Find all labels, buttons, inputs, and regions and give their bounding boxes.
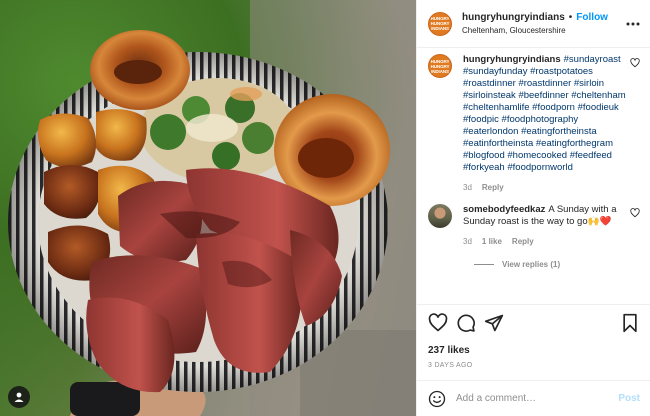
comment-item: somebodyfeedkaz A Sunday with a Sunday ro… <box>428 204 640 246</box>
roast-dinner-image <box>8 0 416 416</box>
likes-count[interactable]: 237 likes <box>428 345 640 356</box>
view-replies-button[interactable]: View replies (1) <box>474 260 640 269</box>
bookmark-icon <box>623 313 637 333</box>
post-side-panel: HUNGRY HUNGRY INDIANS hungryhungryindian… <box>416 0 650 416</box>
comments-list[interactable]: HUNGRY HUNGRY INDIANS hungryhungryindian… <box>417 48 650 304</box>
comment-like-heart-icon[interactable] <box>630 208 640 218</box>
user-icon <box>14 392 24 402</box>
author-info: hungryhungryindians • Follow Cheltenham,… <box>462 12 622 35</box>
post-actions: 237 likes 3 DAYS AGO <box>417 304 650 378</box>
author-avatar[interactable]: HUNGRY HUNGRY INDIANS <box>428 11 452 36</box>
emoji-smile-icon <box>428 390 446 407</box>
share-button[interactable] <box>484 313 504 333</box>
comment-time: 3d <box>463 237 472 246</box>
commenter-avatar[interactable] <box>428 204 452 228</box>
caption-username[interactable]: hungryhungryindians <box>463 54 561 65</box>
emoji-button[interactable] <box>428 390 446 408</box>
post-photo[interactable] <box>0 0 416 416</box>
post-header: HUNGRY HUNGRY INDIANS hungryhungryindian… <box>417 0 650 48</box>
post-location[interactable]: Cheltenham, Gloucestershire <box>462 26 622 35</box>
caption-hashtags[interactable]: #sundayroast #sundayfunday #roastpotatoe… <box>463 54 626 173</box>
logo-text: HUNGRY HUNGRY INDIANS <box>430 16 450 31</box>
commenter-username[interactable]: somebodyfeedkaz <box>463 204 545 215</box>
comment-button[interactable] <box>456 313 476 333</box>
caption-avatar[interactable]: HUNGRY HUNGRY INDIANS <box>428 54 452 78</box>
comment-icon <box>457 314 475 332</box>
more-horizontal-icon <box>626 22 640 25</box>
post-date: 3 DAYS AGO <box>428 362 473 369</box>
like-button[interactable] <box>428 313 448 333</box>
caption-like-heart-icon[interactable] <box>630 58 640 68</box>
comment-input[interactable] <box>456 393 619 404</box>
share-icon <box>484 314 504 332</box>
save-button[interactable] <box>620 313 640 333</box>
post-comment-button[interactable]: Post <box>618 393 640 404</box>
caption-reply-button[interactable]: Reply <box>482 183 504 192</box>
more-options-button[interactable] <box>622 22 640 26</box>
comment-reply-button[interactable]: Reply <box>512 237 534 246</box>
caption-time: 3d <box>463 183 472 192</box>
logo-text: HUNGRY HUNGRY INDIANS <box>430 58 450 74</box>
author-username[interactable]: hungryhungryindians <box>462 12 565 23</box>
separator-dot: • <box>568 12 573 23</box>
tagged-users-button[interactable] <box>8 386 30 408</box>
replies-divider-line <box>474 264 494 265</box>
view-replies-label: View replies (1) <box>502 260 561 269</box>
comment-likes-count[interactable]: 1 like <box>482 237 502 246</box>
heart-icon <box>428 313 448 332</box>
follow-button[interactable]: Follow <box>576 12 608 23</box>
add-comment-bar: Post <box>417 380 650 416</box>
caption-item: HUNGRY HUNGRY INDIANS hungryhungryindian… <box>428 54 640 192</box>
